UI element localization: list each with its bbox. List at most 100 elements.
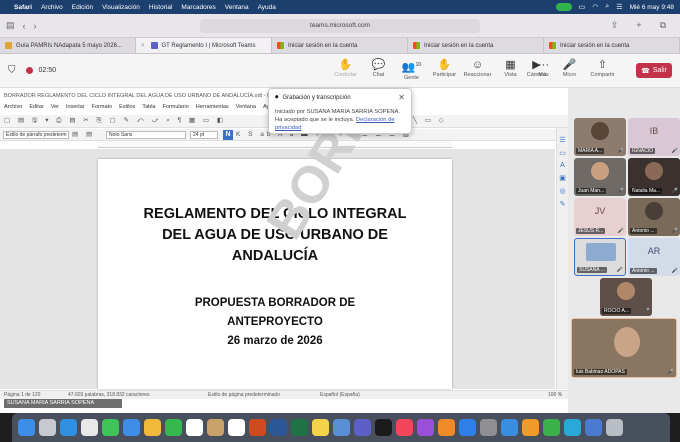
trash-icon[interactable] [606, 419, 623, 436]
powerpoint-icon[interactable] [249, 419, 266, 436]
word-icon[interactable] [270, 419, 287, 436]
writer-menu-herramientas[interactable]: Herramientas [196, 104, 229, 114]
people-button[interactable]: 👥10 Gente [395, 58, 428, 81]
style-buttons[interactable]: ▤ ▤ [72, 130, 95, 138]
safari-icon[interactable] [60, 419, 77, 436]
appletv-icon[interactable] [375, 419, 392, 436]
participant-tile[interactable]: IB IGNACIO 🎤 [628, 118, 680, 156]
font-name-select[interactable]: Noto Sans [106, 131, 186, 139]
calendar-icon[interactable] [186, 419, 203, 436]
chrome-icon[interactable] [81, 419, 98, 436]
menubar-item-visualizacion[interactable]: Visualización [102, 4, 140, 11]
settings-icon[interactable] [480, 419, 497, 436]
menubar-item-ayuda[interactable]: Ayuda [258, 4, 276, 11]
properties-icon[interactable]: ☰ [559, 136, 565, 144]
menubar-clock[interactable]: Mié 6 may 9:48 [630, 4, 674, 11]
share-icon[interactable]: ⇪ [611, 20, 619, 31]
bold-button[interactable]: N [223, 130, 233, 140]
search-icon[interactable]: ⌕ [605, 3, 609, 11]
finder-icon[interactable] [18, 419, 35, 436]
menubar-app-name[interactable]: Safari [14, 4, 32, 11]
tab-login-3[interactable]: Iniciar sesión en la cuenta [544, 38, 680, 53]
menubar-item-archivo[interactable]: Archivo [41, 4, 63, 11]
writer-menu-ventana[interactable]: Ventana [236, 104, 256, 114]
participant-tile[interactable]: JV JESUS R... 🎤 [574, 198, 626, 236]
back-icon[interactable]: ‹ [23, 21, 26, 31]
share-screen-button[interactable]: ⇧ Compartir [586, 58, 619, 78]
participant-tile[interactable]: SUSANA ... 🎤 [574, 238, 626, 276]
numbers-icon[interactable] [543, 419, 560, 436]
gallery-icon[interactable]: ▣ [559, 174, 566, 182]
new-tab-icon[interactable]: + [636, 20, 641, 31]
forward-icon[interactable]: › [34, 21, 37, 31]
raise-hand-button[interactable]: ✋ Participar [428, 58, 461, 81]
control-center-icon[interactable]: ☰ [616, 3, 622, 11]
podcasts-icon[interactable] [417, 419, 434, 436]
font-size-select[interactable]: 24 pt [190, 131, 218, 139]
notes-icon[interactable] [312, 419, 329, 436]
pages-icon[interactable] [522, 419, 539, 436]
teams-icon[interactable] [354, 419, 371, 436]
downloads-icon[interactable] [585, 419, 602, 436]
status-word-count[interactable]: 47.603 palabras, 318.832 caracteres [68, 392, 149, 398]
libreoffice-icon[interactable] [564, 419, 581, 436]
menubar-item-ventana[interactable]: Ventana [225, 4, 249, 11]
status-zoom[interactable]: 100 % [548, 392, 562, 398]
react-button[interactable]: ☺ Reaccionar [461, 58, 494, 81]
navigator-icon[interactable]: ◎ [559, 187, 565, 195]
participant-tile[interactable]: ROCIO A... 🎤 [600, 278, 652, 316]
writer-menu-estilos[interactable]: Estilos [119, 104, 135, 114]
wifi-icon[interactable]: ◠ [592, 3, 598, 11]
tab-login-2[interactable]: Iniciar sesión en la cuenta [408, 38, 544, 53]
writer-toolbar-icons-right[interactable]: ╲ ▭ ◇ [413, 116, 447, 124]
writer-menu-insertar[interactable]: Insertar [66, 104, 85, 114]
address-bar[interactable]: teams.microsoft.com [200, 19, 480, 33]
chat-button[interactable]: 💬 Chat [362, 58, 395, 81]
leave-button[interactable]: ☎ Salir [636, 63, 672, 78]
menubar-item-historial[interactable]: Historial [149, 4, 172, 11]
messages-icon[interactable] [102, 419, 119, 436]
writer-menu-formulario[interactable]: Formulario [162, 104, 188, 114]
writer-menu-archivo[interactable]: Archivo [4, 104, 22, 114]
tab-overview-icon[interactable]: ⧉ [660, 20, 666, 31]
meeting-info-shield-icon[interactable]: ⛉ [8, 65, 16, 76]
writer-menu-tabla[interactable]: Tabla [142, 104, 155, 114]
status-page-style[interactable]: Estilo de página predeterminado [208, 392, 280, 398]
reminders-icon[interactable] [228, 419, 245, 436]
launchpad-icon[interactable] [39, 419, 56, 436]
menubar-item-marcadores[interactable]: Marcadores [181, 4, 215, 11]
status-page[interactable]: Página 1 de 120 [4, 392, 40, 398]
participant-tile[interactable]: MARIA A... 🎤 [574, 118, 626, 156]
take-control-button[interactable]: ✋ Controlar [329, 58, 362, 81]
menubar-item-edicion[interactable]: Edición [72, 4, 93, 11]
inspector-icon[interactable]: ✎ [560, 200, 566, 208]
mail-icon[interactable] [123, 419, 140, 436]
tab-guia-pamris[interactable]: Guía PAMRIs NAdapata 5 mayo 2026... [0, 38, 136, 53]
participant-tile[interactable]: Juan Man... 🎤 [574, 158, 626, 196]
participant-tile[interactable]: AR Antonio ... 🎤 [628, 238, 680, 276]
horizontal-ruler[interactable] [98, 142, 452, 148]
contacts-icon[interactable] [207, 419, 224, 436]
participant-tile[interactable]: Antonio ... 🎤 [628, 198, 680, 236]
styles-icon[interactable]: A [560, 162, 565, 169]
screen-recording-indicator[interactable] [555, 3, 572, 11]
writer-toolbar-icons[interactable]: ▢ ▤ 🖫 ▾ ⎙ ▤ ✂ ⎘ ▢ ✎ ⤺ ⤻ ⌕ ¶ ▦ ▭ ◧ [4, 116, 226, 127]
close-tab-icon[interactable]: × [141, 43, 145, 49]
tab-login-1[interactable]: Iniciar sesión en la cuenta [272, 38, 408, 53]
excel-icon[interactable] [291, 419, 308, 436]
keynote-icon[interactable] [501, 419, 518, 436]
books-icon[interactable] [438, 419, 455, 436]
writer-menu-formato[interactable]: Formato [92, 104, 112, 114]
writer-menu-editar[interactable]: Editar [29, 104, 43, 114]
appstore-icon[interactable] [459, 419, 476, 436]
tab-teams-meeting[interactable]: × GT Reglamento I | Microsoft Teams [136, 38, 272, 53]
facetime-icon[interactable] [165, 419, 182, 436]
participant-tile-active-speaker[interactable]: luis Babinao ADOPAS 🎤 [571, 318, 677, 378]
mic-button[interactable]: 🎤 Micro [553, 58, 586, 78]
writer-menu-ver[interactable]: Ver [51, 104, 59, 114]
camera-button[interactable]: ▶ Cámara [520, 58, 553, 78]
paragraph-style-select[interactable]: Estilo de párrafo predeterm [3, 131, 69, 139]
photos-icon[interactable] [144, 419, 161, 436]
status-language[interactable]: Español (España) [320, 392, 360, 398]
sidebar-toggle-icon[interactable]: ▤ [6, 20, 15, 31]
